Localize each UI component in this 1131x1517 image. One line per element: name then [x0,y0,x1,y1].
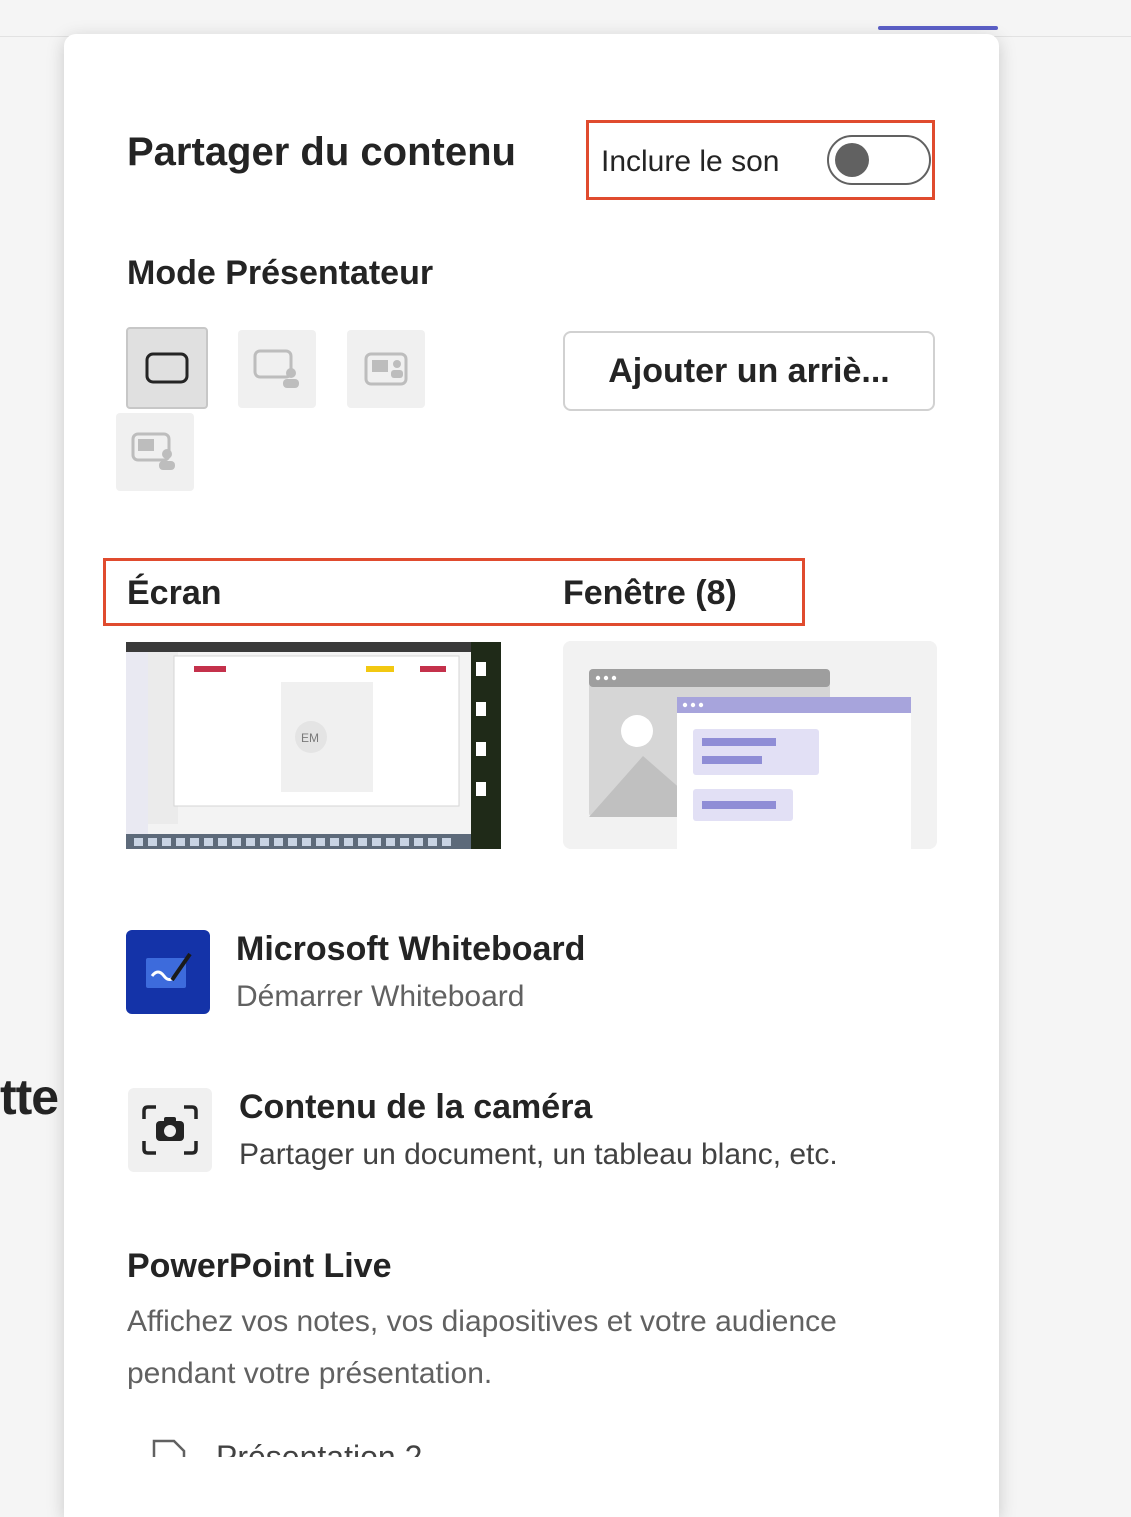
background-heading-partial: tte [0,1069,59,1125]
standout-icon[interactable] [238,330,316,408]
screen-label: Écran [127,574,222,612]
share-content-panel: Partager du contenu Inclure le son Mode … [64,34,999,1517]
camera-content-subtitle: Partager un document, un tableau blanc, … [239,1138,838,1171]
powerpoint-live-title: PowerPoint Live [127,1247,392,1285]
presentation-file-name: Présentation 2 [216,1439,423,1457]
toggle-knob [835,143,869,177]
panel-title: Partager du contenu [127,130,516,174]
reporter-icon[interactable] [116,413,194,491]
window-share-thumbnail[interactable] [563,641,937,849]
presentation-file-item-partial[interactable]: Présentation 2 [152,1439,552,1457]
whiteboard-subtitle: Démarrer Whiteboard [236,980,525,1013]
side-by-side-icon[interactable] [347,330,425,408]
file-icon [152,1439,186,1457]
whiteboard-title: Microsoft Whiteboard [236,930,586,968]
presenter-mode-label: Mode Présentateur [127,254,434,292]
camera-content-title: Contenu de la caméra [239,1088,593,1126]
active-tab-indicator [878,26,998,30]
include-sound-highlight: Inclure le son [586,120,935,200]
include-sound-label: Inclure le son [601,145,780,178]
top-bar [0,0,1131,37]
add-background-button[interactable]: Ajouter un arriè... [563,331,935,411]
powerpoint-live-description: Affichez vos notes, vos diapositives et … [127,1305,837,1390]
screen-thumbnail-initials: EM [301,731,319,745]
screen-share-thumbnail[interactable]: EM [126,642,501,849]
include-sound-toggle[interactable] [827,135,931,185]
window-label: Fenêtre (8) [563,574,737,612]
content-only-icon[interactable] [126,327,208,409]
whiteboard-icon [126,930,210,1014]
camera-icon [128,1088,212,1172]
